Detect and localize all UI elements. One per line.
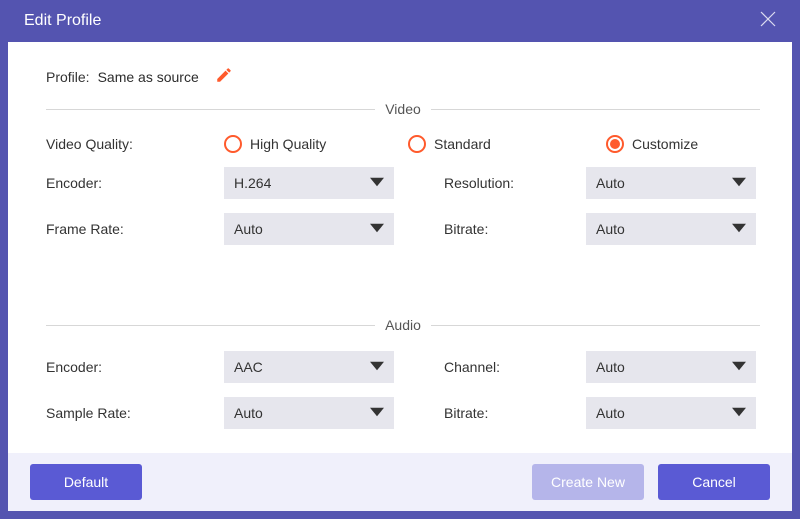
video-quality-row: Video Quality: High Quality Standard [46,135,760,153]
create-new-button[interactable]: Create New [532,464,644,500]
chevron-down-icon [732,359,746,376]
audio-bitrate-select[interactable]: Auto [586,397,756,429]
audio-channel-select[interactable]: Auto [586,351,756,383]
video-framerate-label: Frame Rate: [46,221,224,237]
divider-line [46,325,375,326]
video-section-label: Video [375,101,431,117]
radio-high-quality[interactable]: High Quality [224,135,326,153]
chevron-down-icon [732,175,746,192]
section-gap [46,259,760,313]
chevron-down-icon [370,221,384,238]
video-resolution-select[interactable]: Auto [586,167,756,199]
titlebar: Edit Profile [0,0,800,42]
video-bitrate-select[interactable]: Auto [586,213,756,245]
video-quality-label: Video Quality: [46,136,224,152]
radio-circle-icon [606,135,624,153]
window-title: Edit Profile [24,12,101,30]
video-encoder-select[interactable]: H.264 [224,167,394,199]
radio-customize[interactable]: Customize [606,135,698,153]
audio-encoder-row: Encoder: AAC Channel: Auto [46,351,760,383]
edit-pencil-icon[interactable] [215,66,233,87]
chevron-down-icon [732,405,746,422]
profile-label: Profile: [46,69,90,85]
chevron-down-icon [370,359,384,376]
radio-circle-icon [224,135,242,153]
profile-value: Same as source [98,69,199,85]
audio-bitrate-value: Auto [596,405,625,421]
close-icon[interactable] [754,5,782,38]
video-framerate-value: Auto [234,221,263,237]
radio-standard[interactable]: Standard [408,135,491,153]
video-resolution-label: Resolution: [444,175,586,191]
audio-samplerate-row: Sample Rate: Auto Bitrate: Auto [46,397,760,429]
cancel-button[interactable]: Cancel [658,464,770,500]
edit-profile-window: Edit Profile Profile: Same as source Vid… [0,0,800,519]
divider-line [431,325,760,326]
audio-encoder-value: AAC [234,359,263,375]
dialog-body: Profile: Same as source Video Video Qual… [8,42,792,511]
video-encoder-value: H.264 [234,175,271,191]
divider-line [46,109,375,110]
audio-bitrate-label: Bitrate: [444,405,586,421]
video-resolution-value: Auto [596,175,625,191]
audio-encoder-select[interactable]: AAC [224,351,394,383]
audio-section-label: Audio [375,317,431,333]
audio-channel-value: Auto [596,359,625,375]
audio-samplerate-value: Auto [234,405,263,421]
video-encoder-row: Encoder: H.264 Resolution: Auto [46,167,760,199]
audio-encoder-label: Encoder: [46,359,224,375]
profile-row: Profile: Same as source [46,66,760,87]
radio-standard-label: Standard [434,136,491,152]
radio-circle-icon [408,135,426,153]
audio-samplerate-select[interactable]: Auto [224,397,394,429]
video-bitrate-value: Auto [596,221,625,237]
footer-bar: Default Create New Cancel [8,453,792,511]
content-area: Profile: Same as source Video Video Qual… [8,42,792,453]
video-framerate-select[interactable]: Auto [224,213,394,245]
chevron-down-icon [370,175,384,192]
video-quality-radios: High Quality Standard Customize [224,135,698,153]
audio-channel-label: Channel: [444,359,586,375]
default-button[interactable]: Default [30,464,142,500]
chevron-down-icon [732,221,746,238]
audio-samplerate-label: Sample Rate: [46,405,224,421]
video-framerate-row: Frame Rate: Auto Bitrate: Auto [46,213,760,245]
video-bitrate-label: Bitrate: [444,221,586,237]
audio-section-divider: Audio [46,317,760,333]
radio-high-quality-label: High Quality [250,136,326,152]
divider-line [431,109,760,110]
video-encoder-label: Encoder: [46,175,224,191]
chevron-down-icon [370,405,384,422]
radio-customize-label: Customize [632,136,698,152]
video-section-divider: Video [46,101,760,117]
